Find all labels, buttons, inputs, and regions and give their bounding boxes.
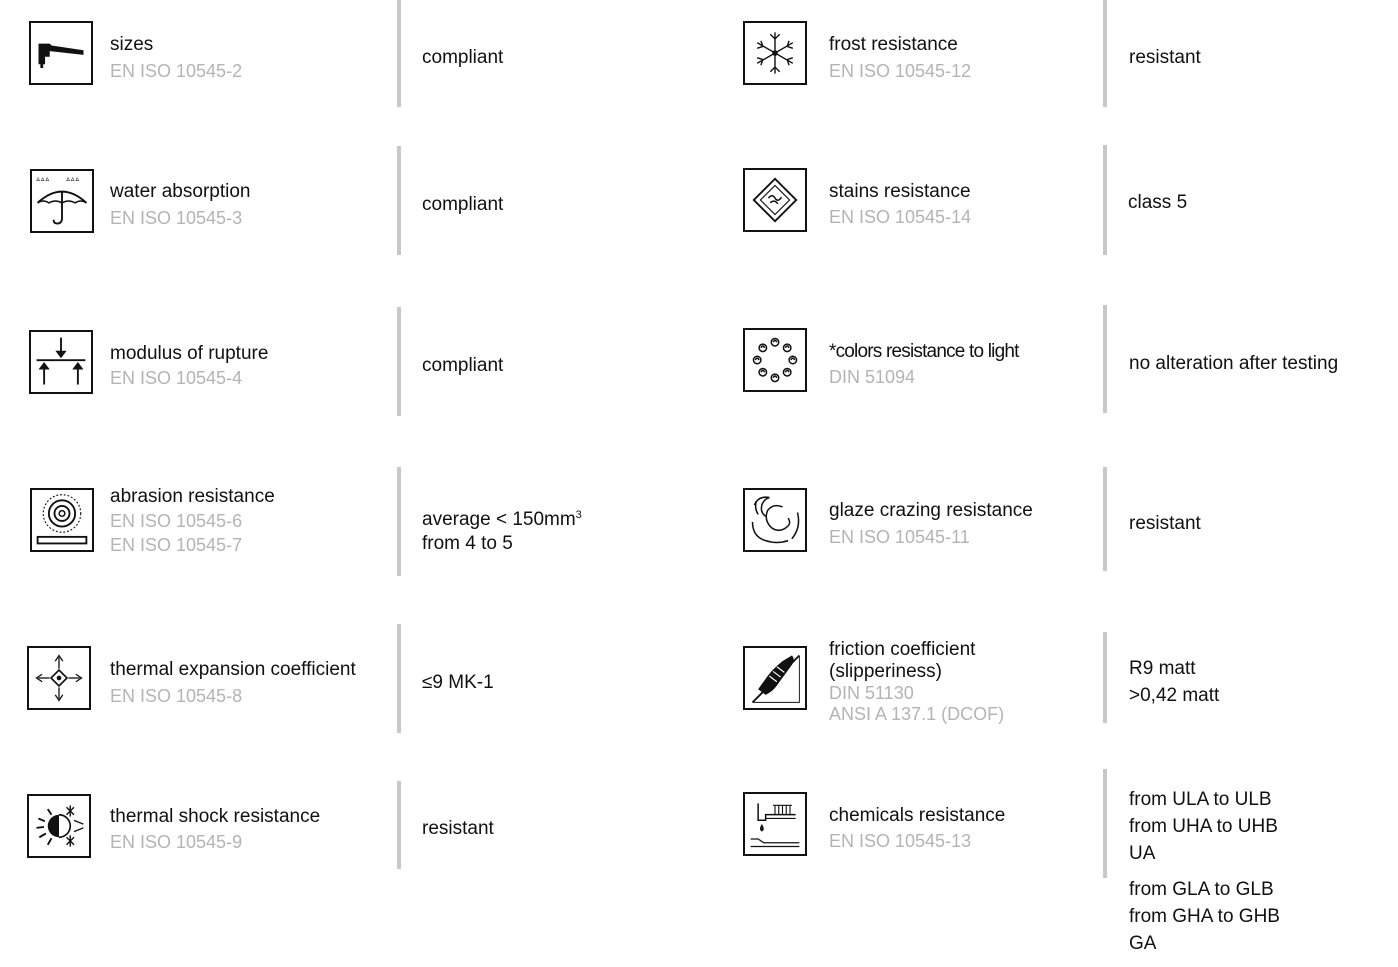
- standard-code: ANSI A 137.1 (DCOF): [829, 704, 1005, 724]
- property-value: resistant: [422, 818, 494, 839]
- property-value: GA: [1129, 933, 1157, 954]
- standard-code: EN ISO 10545-11: [829, 527, 970, 547]
- umbrella-rain-icon: ᐞᐞᐞ ᐞᐞᐞ: [30, 169, 94, 233]
- svg-text:ᐞᐞᐞ: ᐞᐞᐞ: [66, 176, 80, 186]
- divider: [1103, 632, 1107, 723]
- standard-code: EN ISO 10545-14: [829, 207, 972, 227]
- load-arrows-icon: [29, 330, 93, 394]
- svg-text:ᐞᐞᐞ: ᐞᐞᐞ: [36, 176, 50, 186]
- property-value: average < 150mm3: [422, 508, 582, 532]
- property-name: thermal expansion coefficient: [110, 659, 356, 680]
- standard-code: EN ISO 10545-13: [829, 831, 972, 851]
- value-superscript: 3: [575, 509, 582, 521]
- divider: [397, 0, 401, 107]
- caliper-icon: [29, 21, 93, 85]
- property-value: no alteration after testing: [1129, 353, 1339, 374]
- standard-code: EN ISO 10545-6: [110, 511, 243, 531]
- property-name: abrasion resistance: [110, 486, 275, 507]
- divider: [397, 624, 401, 733]
- divider: [1103, 769, 1107, 878]
- standard-code: EN ISO 10545-9: [110, 832, 243, 852]
- snowflake-icon: [743, 21, 807, 85]
- property-name: water absorption: [110, 181, 251, 202]
- property-name: thermal shock resistance: [110, 806, 321, 827]
- property-name: modulus of rupture: [110, 343, 269, 364]
- property-value: class 5: [1128, 192, 1188, 213]
- standard-code: DIN 51094: [829, 367, 916, 387]
- divider: [397, 307, 401, 416]
- divider: [397, 146, 401, 255]
- property-name: stains resistance: [829, 181, 971, 202]
- divider: [1103, 145, 1107, 255]
- property-value: compliant: [422, 47, 504, 68]
- standard-code: EN ISO 10545-7: [110, 535, 243, 555]
- property-value: from GHA to GHB: [1129, 906, 1280, 927]
- property-value: UA: [1129, 843, 1156, 864]
- shoe-slope-icon: [743, 646, 807, 710]
- property-value: >0,42 matt: [1129, 685, 1220, 706]
- property-value: resistant: [1129, 47, 1201, 68]
- chemical-drop-icon: [743, 792, 807, 856]
- property-value: from 4 to 5: [422, 533, 513, 554]
- property-name: chemicals resistance: [829, 805, 1006, 826]
- property-value: compliant: [422, 194, 504, 215]
- sun-snowflake-icon: [27, 794, 91, 858]
- property-name: sizes: [110, 34, 154, 55]
- expansion-arrows-icon: [27, 646, 91, 710]
- divider: [1103, 305, 1107, 413]
- abrasion-disc-icon: [30, 488, 94, 552]
- property-name: friction coefficient: [829, 639, 976, 660]
- standard-code: EN ISO 10545-3: [110, 208, 243, 228]
- property-name: frost resistance: [829, 34, 958, 55]
- property-value: resistant: [1129, 513, 1201, 534]
- property-value: from ULA to ULB: [1129, 789, 1272, 810]
- divider: [397, 467, 401, 576]
- standard-code: EN ISO 10545-12: [829, 61, 972, 81]
- crazing-hands-icon: [743, 488, 807, 552]
- property-name-continued: (slipperiness): [829, 661, 942, 682]
- property-value: from UHA to UHB: [1129, 816, 1278, 837]
- divider: [1103, 467, 1107, 571]
- property-value: R9 matt: [1129, 658, 1196, 679]
- property-name: glaze crazing resistance: [829, 500, 1033, 521]
- stain-diamond-icon: [743, 168, 807, 232]
- standard-code: DIN 51130: [829, 683, 914, 703]
- property-value: compliant: [422, 355, 504, 376]
- divider: [397, 781, 401, 869]
- property-value: ≤9 MK-1: [422, 672, 494, 693]
- standard-code: EN ISO 10545-4: [110, 368, 243, 388]
- property-value: from GLA to GLB: [1129, 879, 1274, 900]
- standard-code: EN ISO 10545-8: [110, 686, 243, 706]
- property-name: *colors resistance to light: [829, 341, 1019, 362]
- divider: [1103, 0, 1107, 107]
- value-text: average < 150mm: [422, 509, 576, 530]
- standard-code: EN ISO 10545-2: [110, 61, 243, 81]
- light-swirl-icon: [743, 328, 807, 392]
